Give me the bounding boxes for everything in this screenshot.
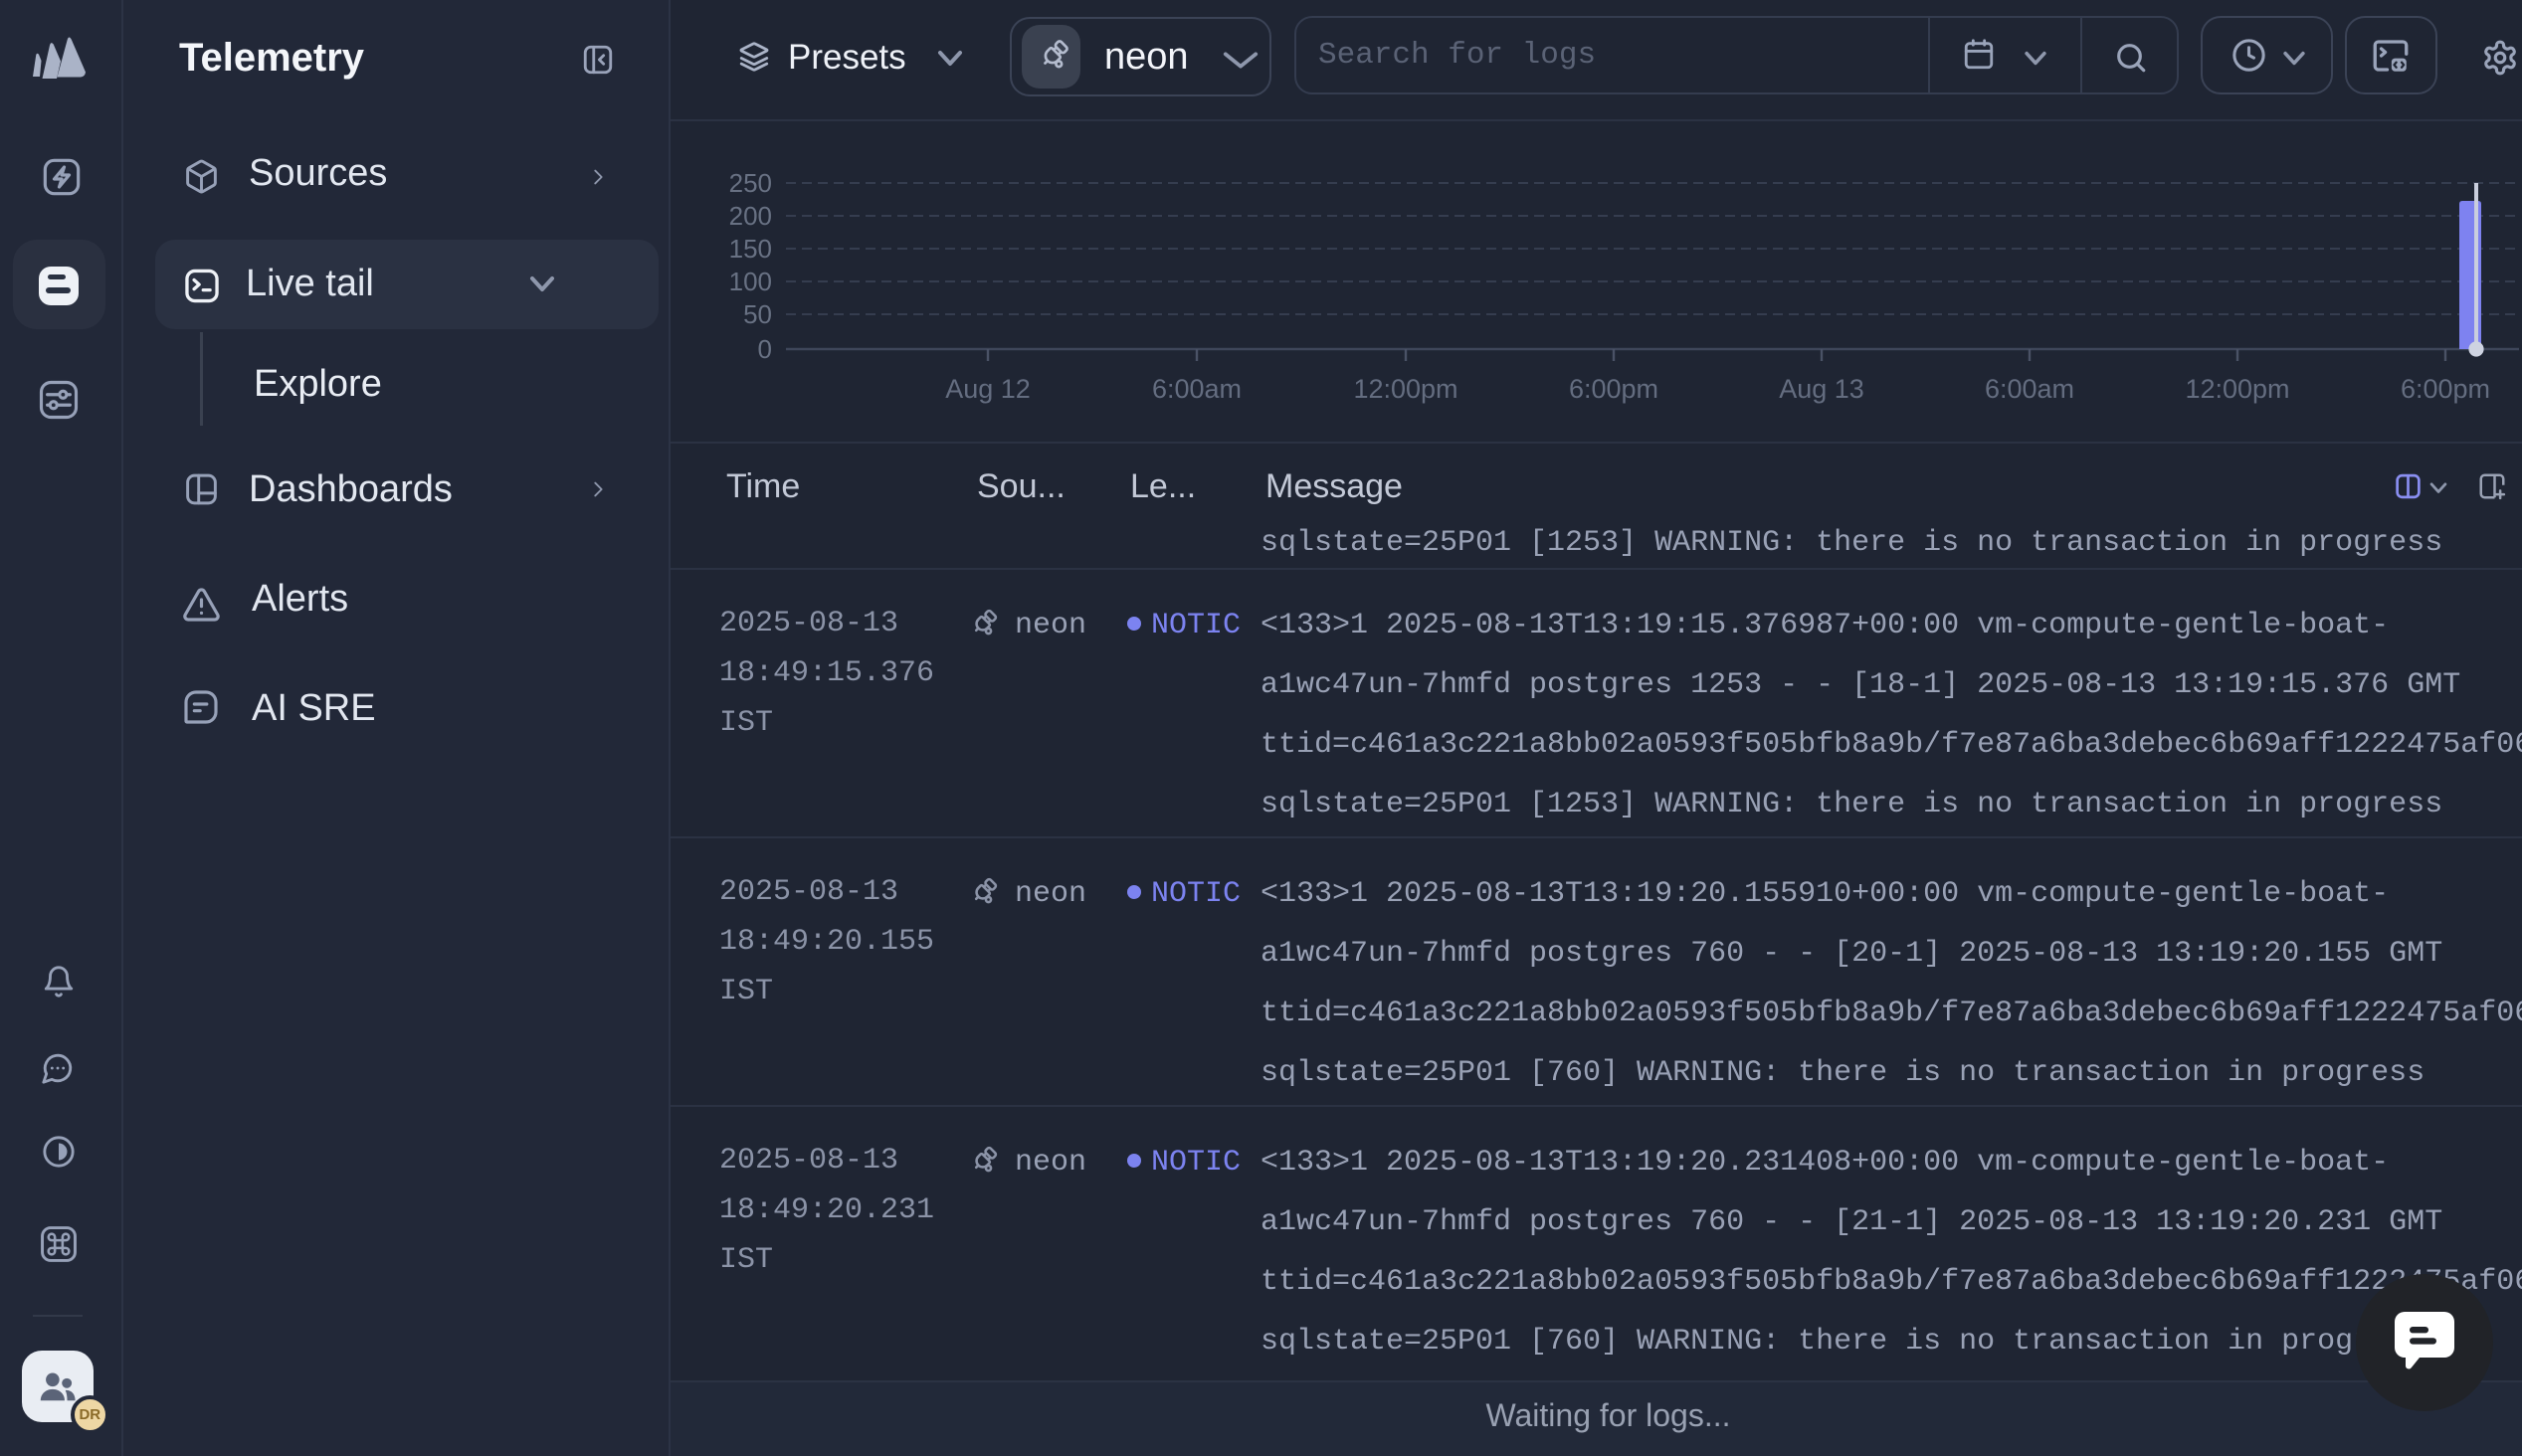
svg-text:6:00pm: 6:00pm [1569, 374, 1658, 404]
svg-text:100: 100 [729, 267, 772, 296]
svg-text:150: 150 [729, 234, 772, 264]
svg-text:6:00am: 6:00am [1985, 374, 2074, 404]
svg-text:50: 50 [743, 299, 772, 329]
svg-text:200: 200 [729, 201, 772, 231]
svg-text:Aug 13: Aug 13 [1779, 374, 1864, 404]
svg-text:12:00pm: 12:00pm [1353, 374, 1457, 404]
svg-text:12:00pm: 12:00pm [2185, 374, 2289, 404]
svg-text:6:00pm: 6:00pm [2401, 374, 2490, 404]
svg-text:0: 0 [758, 334, 772, 364]
svg-text:250: 250 [729, 168, 772, 198]
svg-text:6:00am: 6:00am [1152, 374, 1242, 404]
svg-text:Aug 12: Aug 12 [945, 374, 1031, 404]
